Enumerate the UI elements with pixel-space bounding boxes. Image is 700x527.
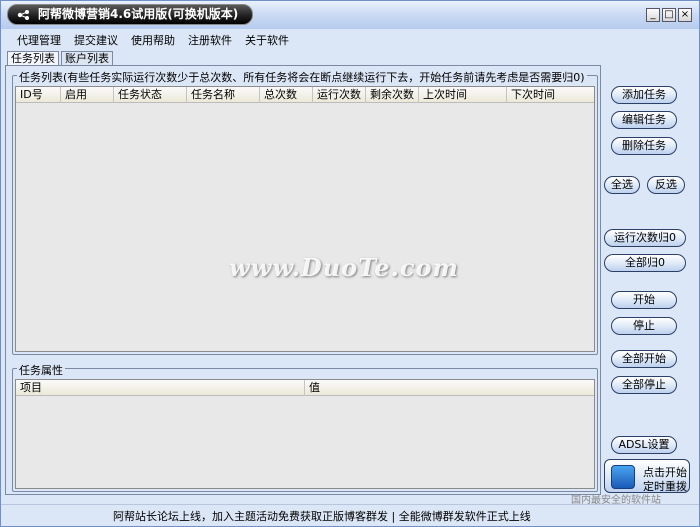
- clock-icon: [611, 465, 635, 489]
- col-enabled[interactable]: 启用: [61, 87, 114, 103]
- col-next-time[interactable]: 下次时间: [507, 87, 596, 103]
- col-status[interactable]: 任务状态: [114, 87, 187, 103]
- adsl-settings-button[interactable]: ADSL设置: [611, 436, 677, 454]
- menu-proxy[interactable]: 代理管理: [17, 32, 61, 48]
- start-all-button[interactable]: 全部开始: [611, 350, 677, 368]
- window-title: 阿帮微博营销4.6试用版(可换机版本): [7, 4, 253, 25]
- add-task-button[interactable]: 添加任务: [611, 86, 677, 104]
- app-window: 阿帮微博营销4.6试用版(可换机版本) _ □ × 代理管理 提交建议 使用帮助…: [0, 0, 700, 527]
- task-props-header: 项目 值: [16, 380, 594, 396]
- task-list-group: 任务列表(有些任务实际运行次数少于总次数、所有任务将会在断点继续运行下去，开始任…: [12, 69, 598, 355]
- status-text: 阿帮站长论坛上线，加入主题活动免费获取正版博客群发 | 全能微博群发软件正式上线: [113, 510, 531, 523]
- menu-feedback[interactable]: 提交建议: [74, 32, 118, 48]
- col-total[interactable]: 总次数: [260, 87, 313, 103]
- reset-all-button[interactable]: 全部归0: [604, 254, 686, 272]
- task-props-view[interactable]: 项目 值: [15, 379, 595, 489]
- status-bar: 阿帮站长论坛上线，加入主题活动免费获取正版博客群发 | 全能微博群发软件正式上线: [1, 504, 699, 526]
- task-props-group: 任务属性 项目 值: [12, 362, 598, 492]
- minimize-icon[interactable]: _: [646, 8, 660, 22]
- title-bar[interactable]: 阿帮微博营销4.6试用版(可换机版本) _ □ ×: [1, 1, 699, 29]
- col-item[interactable]: 项目: [16, 380, 305, 396]
- start-button[interactable]: 开始: [611, 291, 677, 309]
- reset-runs-button[interactable]: 运行次数归0: [604, 229, 686, 247]
- col-name[interactable]: 任务名称: [187, 87, 260, 103]
- select-all-button[interactable]: 全选: [604, 176, 640, 194]
- timer-redial-button[interactable]: 点击开始 定时重拨: [604, 459, 690, 493]
- maximize-icon[interactable]: □: [662, 8, 676, 22]
- task-list-view[interactable]: ID号 启用 任务状态 任务名称 总次数 运行次数 剩余次数 上次时间 下次时间: [15, 86, 595, 352]
- stop-all-button[interactable]: 全部停止: [611, 376, 677, 394]
- stop-button[interactable]: 停止: [611, 317, 677, 335]
- col-last-time[interactable]: 上次时间: [419, 87, 507, 103]
- task-props-group-title: 任务属性: [17, 362, 65, 378]
- close-icon[interactable]: ×: [678, 8, 692, 22]
- task-list-group-title: 任务列表(有些任务实际运行次数少于总次数、所有任务将会在断点继续运行下去，开始任…: [17, 69, 587, 85]
- menu-help[interactable]: 使用帮助: [131, 32, 175, 48]
- col-remaining[interactable]: 剩余次数: [366, 87, 419, 103]
- window-title-text: 阿帮微博营销4.6试用版(可换机版本): [38, 7, 239, 21]
- delete-task-button[interactable]: 删除任务: [611, 137, 677, 155]
- invert-select-button[interactable]: 反选: [647, 176, 685, 194]
- col-id[interactable]: ID号: [16, 87, 61, 103]
- watermark-text: www.DuoTe.com: [229, 253, 459, 282]
- menu-register[interactable]: 注册软件: [188, 32, 232, 48]
- menu-about[interactable]: 关于软件: [245, 32, 289, 48]
- menu-bar: 代理管理 提交建议 使用帮助 注册软件 关于软件: [1, 29, 699, 49]
- edit-task-button[interactable]: 编辑任务: [611, 111, 677, 129]
- col-runs[interactable]: 运行次数: [313, 87, 366, 103]
- col-value[interactable]: 值: [305, 380, 596, 396]
- app-logo-icon: [17, 10, 29, 20]
- task-list-header: ID号 启用 任务状态 任务名称 总次数 运行次数 剩余次数 上次时间 下次时间: [16, 87, 594, 103]
